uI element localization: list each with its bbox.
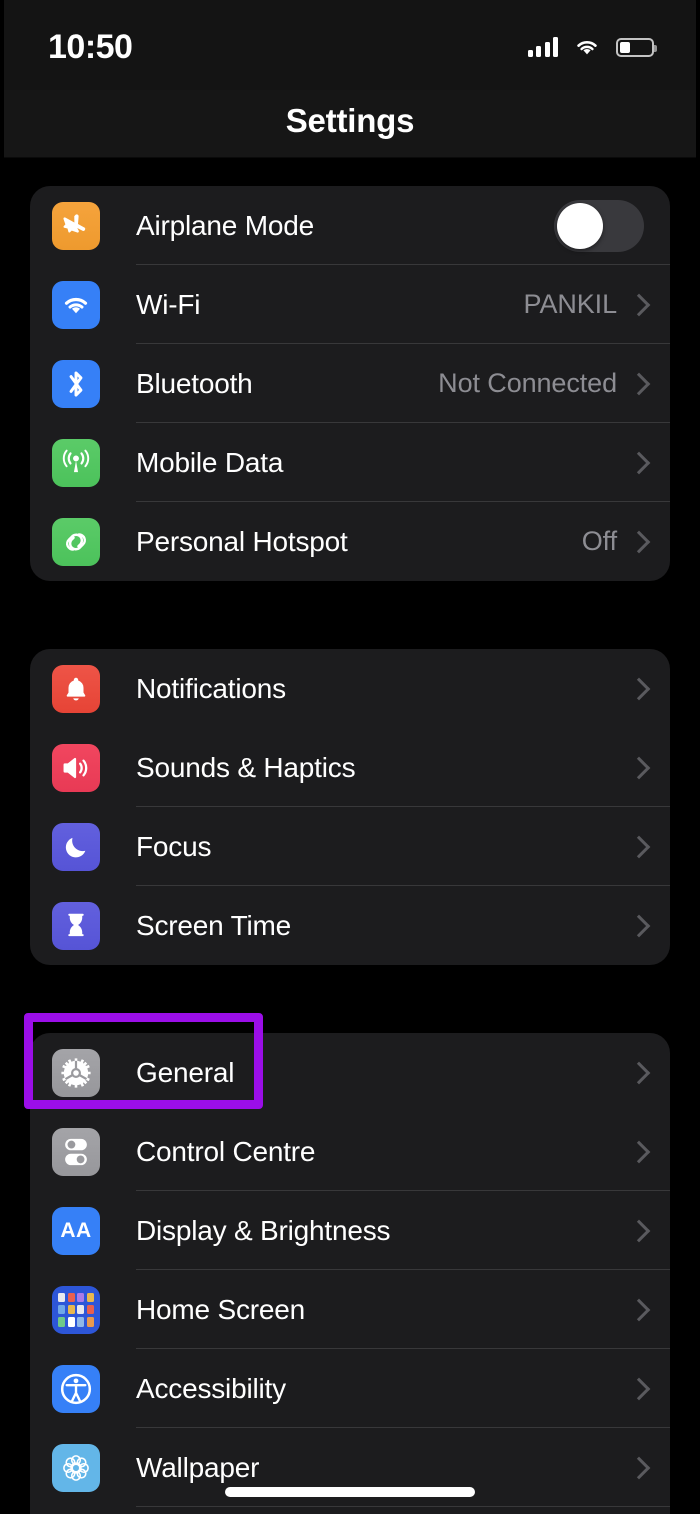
chevron-right-icon xyxy=(631,1299,644,1321)
battery-low-icon xyxy=(616,37,657,57)
status-bar: 10:50 xyxy=(0,0,700,90)
settings-row-accessibility[interactable]: Accessibility xyxy=(30,1349,670,1428)
bluetooth-icon xyxy=(52,359,100,408)
settings-row-label: Wallpaper xyxy=(136,1451,260,1483)
settings-row-value: Not Connected xyxy=(438,368,617,398)
accessibility-icon xyxy=(52,1364,100,1413)
chevron-right-icon xyxy=(631,1457,644,1479)
toggles-icon xyxy=(52,1127,100,1176)
settings-row-general[interactable]: General xyxy=(30,1033,670,1112)
settings-row-mobile-data[interactable]: Mobile Data xyxy=(30,423,670,502)
app-grid-icon xyxy=(52,1285,100,1334)
settings-row-label: Sounds & Haptics xyxy=(136,751,356,783)
home-indicator-bar xyxy=(225,1487,475,1497)
app-grid-cells xyxy=(58,1292,94,1327)
settings-row-value: PANKIL xyxy=(523,289,618,319)
chevron-right-icon xyxy=(631,678,644,700)
chevron-right-icon xyxy=(631,531,644,553)
aa-glyph: AA xyxy=(60,1218,92,1242)
settings-row-focus[interactable]: Focus xyxy=(30,807,670,886)
settings-row-label: Accessibility xyxy=(136,1372,286,1404)
chevron-right-icon xyxy=(631,915,644,937)
settings-row-label: Home Screen xyxy=(136,1293,305,1325)
airplane-mode-toggle[interactable] xyxy=(554,199,644,252)
settings-row-home-screen[interactable]: Home Screen xyxy=(30,1270,670,1349)
settings-screen: 10:50 Settings Airplane Mode Wi-Fi PANKI… xyxy=(0,0,700,1514)
chevron-right-icon xyxy=(631,1141,644,1163)
settings-row-display-brightness[interactable]: AA Display & Brightness xyxy=(30,1191,670,1270)
settings-row-label: Airplane Mode xyxy=(136,209,314,241)
chevron-right-icon xyxy=(631,294,644,316)
settings-group-system: General Control Centre AA Display & Brig… xyxy=(30,1033,670,1514)
settings-row-label: Personal Hotspot xyxy=(136,525,348,557)
bell-icon xyxy=(52,664,100,713)
chevron-right-icon xyxy=(631,1378,644,1400)
hourglass-icon xyxy=(52,901,100,950)
settings-row-label: Control Centre xyxy=(136,1135,316,1167)
moon-icon xyxy=(52,822,100,871)
chevron-right-icon xyxy=(631,1062,644,1084)
screen-edge-left xyxy=(0,0,4,1514)
speaker-icon xyxy=(52,743,100,792)
settings-row-label: Wi-Fi xyxy=(136,288,201,320)
settings-row-label: Screen Time xyxy=(136,909,291,941)
settings-group-connectivity: Airplane Mode Wi-Fi PANKIL Bluetooth Not… xyxy=(30,186,670,581)
settings-row-airplane-mode[interactable]: Airplane Mode xyxy=(30,186,670,265)
settings-row-bluetooth[interactable]: Bluetooth Not Connected xyxy=(30,344,670,423)
settings-row-value: Off xyxy=(581,526,617,556)
nav-bar: Settings xyxy=(0,90,700,158)
status-bar-clock: 10:50 xyxy=(48,27,133,66)
settings-row-label: Bluetooth xyxy=(136,367,253,399)
page-title: Settings xyxy=(285,102,415,139)
settings-row-screen-time[interactable]: Screen Time xyxy=(30,886,670,965)
chevron-right-icon xyxy=(631,452,644,474)
toggle-knob xyxy=(557,202,603,249)
wifi-icon xyxy=(574,37,600,57)
screen-edge-right xyxy=(696,0,700,1514)
chevron-right-icon xyxy=(631,1220,644,1242)
flower-icon xyxy=(52,1443,100,1492)
settings-group-alerts: Notifications Sounds & Haptics Focus Scr… xyxy=(30,649,670,965)
chevron-right-icon xyxy=(631,373,644,395)
settings-row-label: Focus xyxy=(136,830,212,862)
settings-row-label: Display & Brightness xyxy=(136,1214,391,1246)
wifi-icon xyxy=(52,280,100,329)
status-bar-indicators xyxy=(527,37,657,57)
settings-list: Airplane Mode Wi-Fi PANKIL Bluetooth Not… xyxy=(0,186,700,1514)
settings-row-control-centre[interactable]: Control Centre xyxy=(30,1112,670,1191)
settings-row-label: Notifications xyxy=(136,672,286,704)
cellular-icon xyxy=(52,438,100,487)
chevron-right-icon xyxy=(631,836,644,858)
chevron-right-icon xyxy=(631,757,644,779)
settings-row-partial-next[interactable] xyxy=(30,1507,670,1514)
settings-row-label: General xyxy=(136,1056,235,1088)
settings-row-notifications[interactable]: Notifications xyxy=(30,649,670,728)
settings-row-personal-hotspot[interactable]: Personal Hotspot Off xyxy=(30,502,670,581)
settings-row-wi-fi[interactable]: Wi-Fi PANKIL xyxy=(30,265,670,344)
hotspot-icon xyxy=(52,517,100,566)
cellular-bars-icon xyxy=(527,37,558,57)
settings-row-sounds-haptics[interactable]: Sounds & Haptics xyxy=(30,728,670,807)
airplane-icon xyxy=(52,201,100,250)
text-size-icon: AA xyxy=(52,1206,100,1255)
settings-row-label: Mobile Data xyxy=(136,446,284,478)
gear-icon xyxy=(52,1048,100,1097)
